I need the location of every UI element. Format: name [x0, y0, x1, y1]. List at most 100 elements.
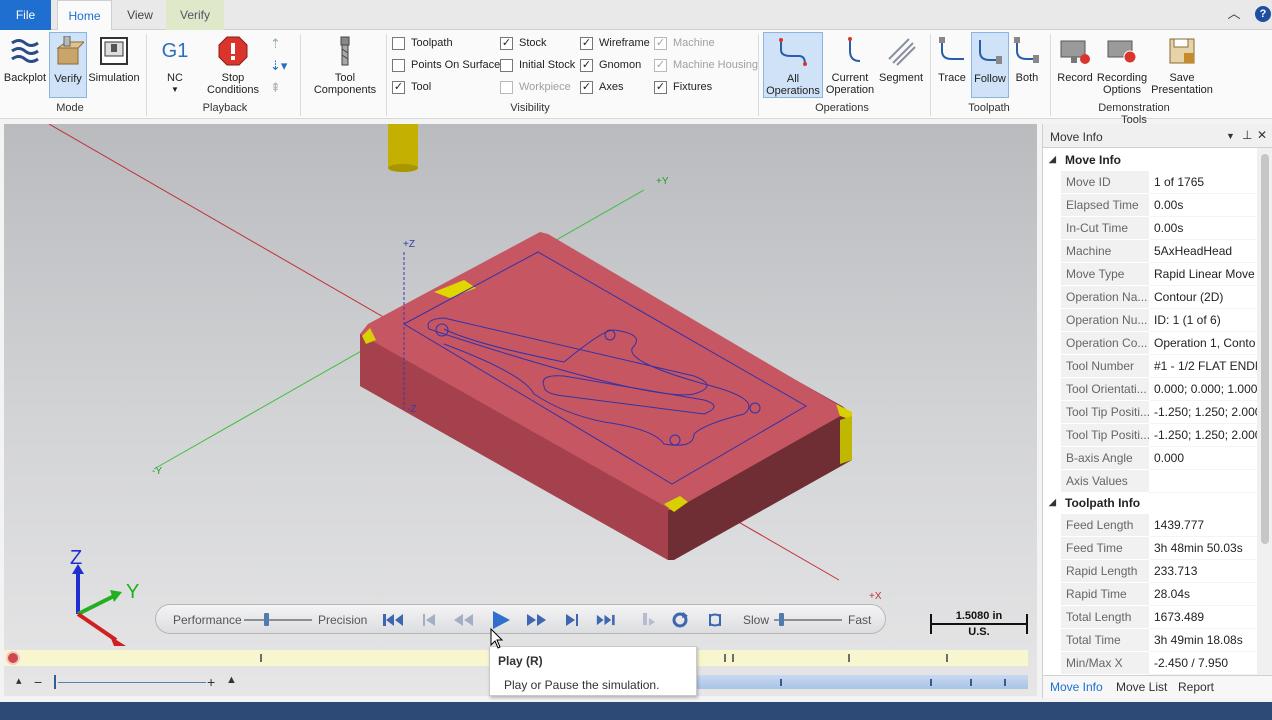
- help-icon[interactable]: ?: [1255, 6, 1271, 22]
- stop-conditions-button[interactable]: Stop Conditions: [202, 32, 264, 98]
- axes-checkbox[interactable]: ✓ Axes: [580, 79, 623, 95]
- timeline-tick: [970, 679, 972, 686]
- property-row[interactable]: In-Cut Time 0.00s: [1061, 217, 1257, 240]
- trace-button[interactable]: Trace: [934, 32, 970, 98]
- segment-button[interactable]: Segment: [878, 32, 924, 98]
- tab-file[interactable]: File: [0, 0, 51, 30]
- tab-verify[interactable]: Verify: [166, 0, 224, 30]
- record-button[interactable]: Record: [1056, 32, 1094, 98]
- collapse-ribbon-icon[interactable]: ︿: [1226, 6, 1242, 22]
- property-row[interactable]: Feed Length 1439.777: [1061, 514, 1257, 537]
- both-button[interactable]: Both: [1010, 32, 1044, 98]
- record-indicator-icon[interactable]: [6, 651, 20, 665]
- toolpath-checkbox[interactable]: Toolpath: [392, 35, 453, 51]
- property-key: Total Time: [1061, 629, 1149, 652]
- gnomon-checkbox[interactable]: ✓ Gnomon: [580, 57, 641, 73]
- property-row[interactable]: Tool Orientati... 0.000; 0.000; 1.000: [1061, 378, 1257, 401]
- machine-housing-checkbox[interactable]: ✓ Machine Housing: [654, 57, 758, 73]
- recording-options-button[interactable]: Recording Options: [1096, 32, 1148, 98]
- zoom-in-large-icon[interactable]: ▲: [226, 674, 237, 686]
- zoom-slider-track[interactable]: [58, 682, 206, 683]
- fast-forward-button[interactable]: [526, 610, 548, 630]
- property-key: Min/Max X: [1061, 652, 1149, 675]
- section-toolpath-info[interactable]: ◢ Toolpath Info: [1043, 491, 1257, 514]
- zoom-slider-thumb[interactable]: [54, 675, 56, 689]
- stock-checkbox[interactable]: ✓ Stock: [500, 35, 547, 51]
- nc-button[interactable]: G1 NC ▼: [155, 32, 195, 98]
- tab-report[interactable]: Report: [1178, 680, 1214, 694]
- property-row[interactable]: Move ID 1 of 1765: [1061, 171, 1257, 194]
- tooltip-text: Play or Pause the simulation.: [504, 678, 660, 692]
- tab-home[interactable]: Home: [57, 0, 112, 31]
- machine-checkbox[interactable]: ✓ Machine: [654, 35, 715, 51]
- step-forward-button[interactable]: [561, 610, 583, 630]
- property-value: 233.713: [1149, 560, 1257, 583]
- workpiece-checkbox[interactable]: Workpiece: [500, 79, 571, 95]
- tab-move-list[interactable]: Move List: [1116, 680, 1167, 694]
- follow-button[interactable]: Follow: [971, 32, 1009, 98]
- quality-slider-thumb[interactable]: [263, 613, 269, 626]
- property-row[interactable]: Machine 5AxHeadHead: [1061, 240, 1257, 263]
- quality-slider-track[interactable]: [244, 619, 312, 621]
- property-row[interactable]: Min/Max X -2.450 / 7.950: [1061, 652, 1257, 675]
- reverse-button[interactable]: [704, 610, 726, 630]
- property-row[interactable]: Operation Nu... ID: 1 (1 of 6): [1061, 309, 1257, 332]
- fixtures-checkbox[interactable]: ✓ Fixtures: [654, 79, 712, 95]
- property-row[interactable]: B-axis Angle 0.000: [1061, 447, 1257, 470]
- verify-button[interactable]: Verify: [49, 32, 87, 98]
- section-move-info[interactable]: ◢ Move Info: [1043, 148, 1257, 171]
- zoom-out-small-icon[interactable]: ▴: [16, 674, 22, 687]
- property-row[interactable]: Tool Tip Positi... -1.250; 1.250; 2.000: [1061, 401, 1257, 424]
- property-row[interactable]: Total Time 3h 49min 18.08s: [1061, 629, 1257, 652]
- reset-icon[interactable]: ⇞: [270, 80, 288, 96]
- wireframe-checkbox[interactable]: ✓ Wireframe: [580, 35, 650, 51]
- go-to-start-button[interactable]: [382, 610, 404, 630]
- go-to-end-button[interactable]: [596, 610, 618, 630]
- precision-label: Precision: [318, 613, 368, 627]
- property-row[interactable]: Total Length 1673.489: [1061, 606, 1257, 629]
- property-row[interactable]: Operation Na... Contour (2D): [1061, 286, 1257, 309]
- property-row[interactable]: Axis Values: [1061, 470, 1257, 493]
- play-button[interactable]: [490, 610, 512, 630]
- status-bar: [0, 702, 1272, 720]
- backplot-button[interactable]: Backplot: [2, 32, 48, 98]
- property-row[interactable]: Move Type Rapid Linear Move: [1061, 263, 1257, 286]
- initial-stock-checkbox[interactable]: Initial Stock: [500, 57, 575, 73]
- zoom-out-icon[interactable]: −: [34, 674, 42, 690]
- tool-checkbox[interactable]: ✓ Tool: [392, 79, 431, 95]
- rewind-button[interactable]: [453, 610, 475, 630]
- property-row[interactable]: Elapsed Time 0.00s: [1061, 194, 1257, 217]
- scale-units: U.S.: [968, 626, 990, 638]
- property-value: Contour (2D): [1149, 286, 1257, 309]
- scrollbar-thumb[interactable]: [1261, 154, 1269, 544]
- step-icon[interactable]: ⇡: [270, 36, 288, 52]
- panel-scrollbar[interactable]: [1257, 148, 1272, 675]
- step-to-tool-change-button[interactable]: [635, 610, 657, 630]
- property-row[interactable]: Rapid Length 233.713: [1061, 560, 1257, 583]
- property-row[interactable]: Tool Number #1 - 1/2 FLAT ENDM: [1061, 355, 1257, 378]
- collapse-triangle-icon[interactable]: ◢: [1049, 154, 1065, 165]
- property-row[interactable]: Rapid Time 28.04s: [1061, 583, 1257, 606]
- close-icon[interactable]: ✕: [1257, 128, 1267, 142]
- pin-icon[interactable]: ⊥: [1242, 128, 1252, 142]
- speed-slider-track[interactable]: [774, 619, 842, 621]
- all-operations-button[interactable]: All Operations: [763, 32, 823, 98]
- tool-components-button[interactable]: Tool Components: [308, 32, 382, 98]
- panel-menu-icon[interactable]: ▼: [1226, 131, 1235, 141]
- property-row[interactable]: Feed Time 3h 48min 50.03s: [1061, 537, 1257, 560]
- property-row[interactable]: Operation Co... Operation 1, Conto: [1061, 332, 1257, 355]
- collapse-triangle-icon[interactable]: ◢: [1049, 497, 1065, 508]
- save-presentation-button[interactable]: Save Presentation: [1151, 32, 1213, 98]
- current-operation-button[interactable]: Current Operation: [826, 32, 874, 98]
- tab-view[interactable]: View: [116, 0, 164, 30]
- speed-slider-thumb[interactable]: [778, 613, 784, 626]
- property-row[interactable]: Tool Tip Positi... -1.250; 1.250; 2.000: [1061, 424, 1257, 447]
- points-on-surface-checkbox[interactable]: Points On Surface: [392, 57, 500, 73]
- zoom-in-icon[interactable]: +: [207, 674, 215, 690]
- timeline-range[interactable]: [694, 675, 1028, 689]
- step-back-button[interactable]: [418, 610, 440, 630]
- simulation-button[interactable]: Simulation: [88, 32, 140, 98]
- tab-move-info[interactable]: Move Info: [1050, 680, 1103, 694]
- loop-button[interactable]: [669, 610, 691, 630]
- step-down-icon[interactable]: ⇣▾: [270, 58, 294, 74]
